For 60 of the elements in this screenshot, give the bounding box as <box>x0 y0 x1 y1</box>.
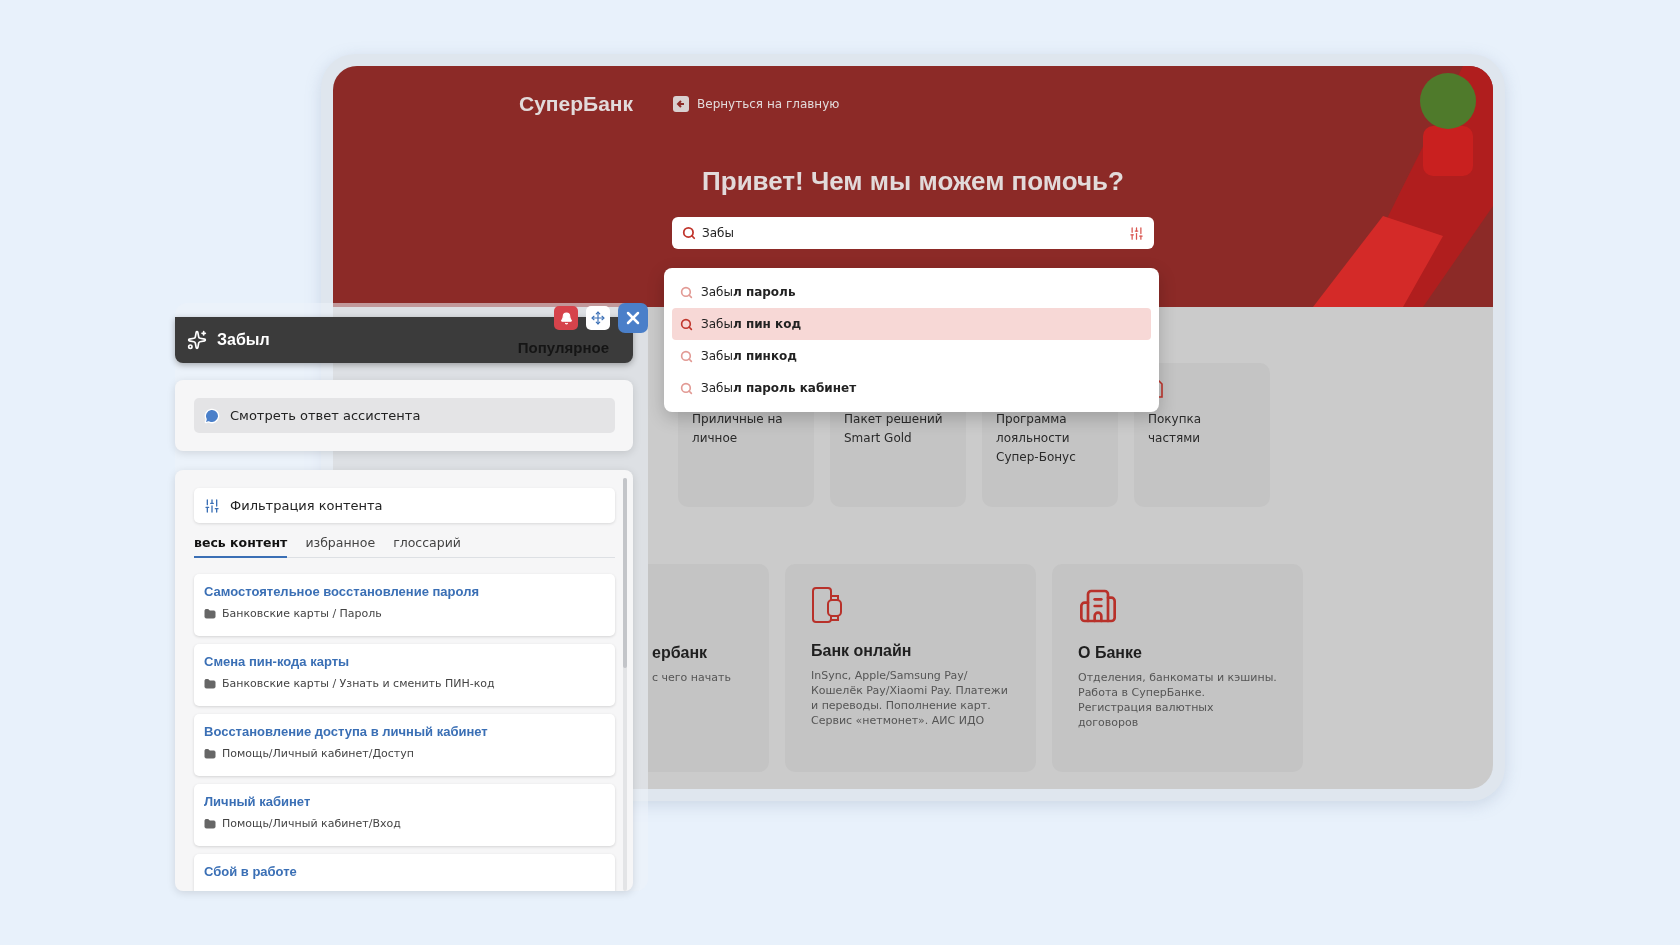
logo: СуперБанк <box>519 92 633 116</box>
category-card[interactable]: О Банке Отделения, банкоматы и кэшины. Работа в СуперБанке. Регистрация валютных договоров <box>1052 564 1303 772</box>
phone-watch-icon <box>811 586 845 624</box>
search-icon <box>680 317 693 331</box>
result-path: Помощь/Личный кабинет/Вход <box>222 817 401 830</box>
card-title: Банк онлайн <box>811 642 912 660</box>
category-card[interactable]: Банк онлайн InSync, Apple/Samsung Pay/ Кошелёк Pay/Xiaomi Pay. Платежи и переводы. Пополнение карт. Сервис «нетмонет». АИС ИДО <box>785 564 1036 772</box>
search-icon <box>680 285 693 299</box>
folder-icon <box>204 607 216 620</box>
suggestion-item[interactable]: Забыл пин код <box>672 308 1151 340</box>
filter-icon <box>204 497 220 514</box>
tab[interactable]: глоссарий <box>393 535 461 558</box>
move-icon <box>591 311 605 325</box>
card-title: Приличные на личное <box>692 411 784 447</box>
assistant-answer-button[interactable]: Смотреть ответ ассистента <box>194 398 615 433</box>
result-title[interactable]: Сбой в работе <box>204 864 297 879</box>
search-icon <box>682 226 696 240</box>
result-title[interactable]: Самостоятельное восстановление пароля <box>204 584 479 599</box>
result-card[interactable]: Восстановление доступа в личный кабинет Помощь/Личный кабинет/Доступ <box>194 714 615 776</box>
move-button[interactable] <box>586 306 610 330</box>
card-title: Программа лояльности Супер-Бонус <box>996 411 1077 466</box>
suggestion-item[interactable]: Забыл пароль <box>672 276 1151 308</box>
chat-icon <box>204 407 220 424</box>
card-description: с чего начать <box>652 670 731 685</box>
result-title[interactable]: Личный кабинет <box>204 794 311 809</box>
card-title: О Банке <box>1078 644 1142 662</box>
result-title[interactable]: Восстановление доступа в личный кабинет <box>204 724 488 739</box>
folder-icon <box>204 677 216 690</box>
card-description: InSync, Apple/Samsung Pay/ Кошелёк Pay/Xiaomi Pay. Платежи и переводы. Пополнение карт. Сервис «нетмонет». АИС ИДО <box>811 668 1009 728</box>
scrollbar[interactable] <box>623 478 627 891</box>
result-path: Банковские карты / Узнать и сменить ПИН-код <box>222 677 495 690</box>
panel-title: Забыл <box>217 331 271 349</box>
card-title: Пакет решений Smart Gold <box>844 411 944 447</box>
card-title: ербанк <box>652 644 708 662</box>
folder-icon <box>204 747 216 760</box>
content-filter-button[interactable]: Фильтрация контента <box>194 488 615 523</box>
result-card[interactable]: Самостоятельное восстановление пароля Банковские карты / Пароль <box>194 574 615 636</box>
search-field[interactable]: Забы <box>672 217 1154 249</box>
search-icon <box>680 381 693 395</box>
filter-icon[interactable] <box>1129 226 1144 241</box>
sparkles-icon <box>187 330 207 350</box>
close-button[interactable] <box>618 303 648 333</box>
hero-title: Привет! Чем мы можем помочь? <box>702 166 1124 197</box>
tab[interactable]: весь контент <box>194 535 288 558</box>
bell-icon <box>559 311 573 325</box>
category-card[interactable]: ербанк с чего начать <box>648 564 769 772</box>
notification-button[interactable] <box>554 306 578 330</box>
service-card[interactable]: Покупка частями <box>1134 363 1270 507</box>
result-path: Помощь/Личный кабинет/Доступ <box>222 747 414 760</box>
back-link[interactable]: Вернуться на главную <box>673 96 840 112</box>
result-card[interactable]: Смена пин-кода карты Банковские карты / Узнать и сменить ПИН-код <box>194 644 615 706</box>
folder-icon <box>204 817 216 830</box>
search-icon <box>680 349 693 363</box>
tab[interactable]: избранное <box>305 535 376 558</box>
result-card[interactable]: Личный кабинет Помощь/Личный кабинет/Вход <box>194 784 615 846</box>
result-path: Банковские карты / Пароль <box>222 607 382 620</box>
card-title: Покупка частями <box>1148 411 1203 447</box>
result-card[interactable]: Сбой в работе <box>194 854 615 891</box>
result-title[interactable]: Смена пин-кода карты <box>204 654 350 669</box>
card-description: Отделения, банкоматы и кэшины. Работа в СуперБанке. Регистрация валютных договоров <box>1078 670 1277 730</box>
